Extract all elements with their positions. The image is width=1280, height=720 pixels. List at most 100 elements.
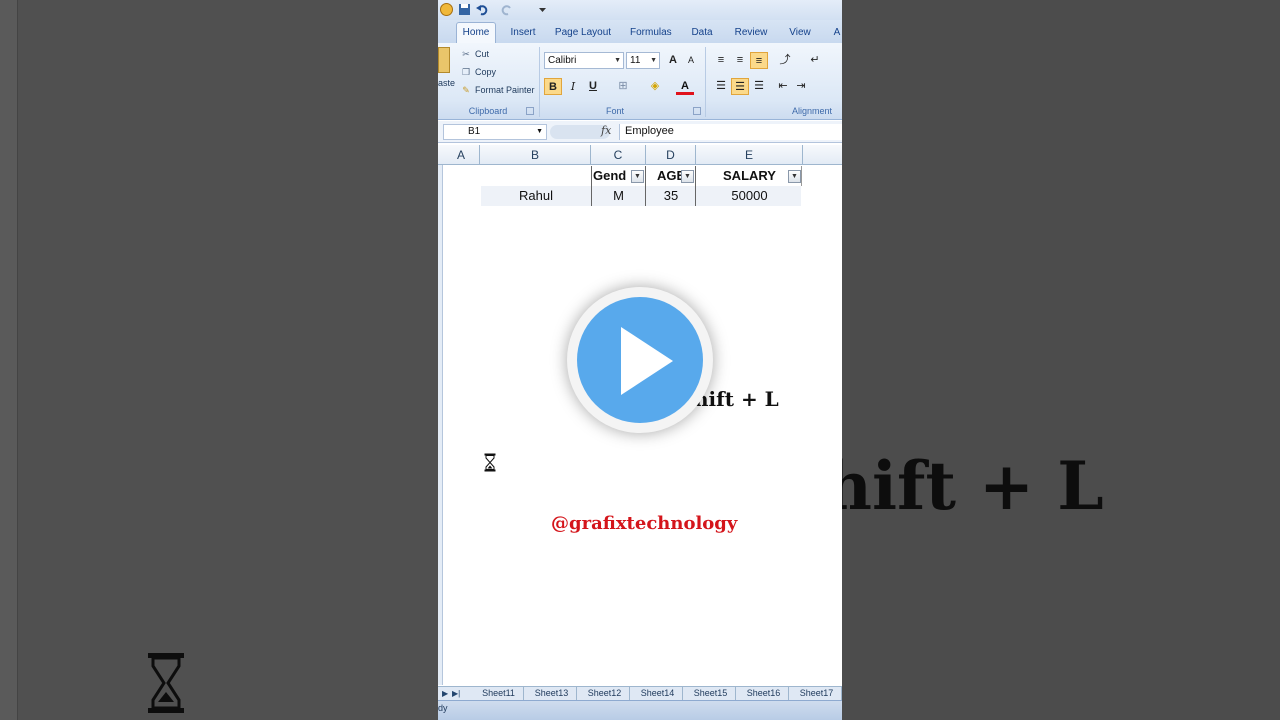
- orientation-icon[interactable]: ⤴: [776, 52, 794, 69]
- clipboard-group-label: Clipboard: [468, 106, 508, 116]
- fill-color-icon[interactable]: ◈: [646, 78, 664, 95]
- undo-icon[interactable]: [476, 3, 489, 16]
- column-header-b[interactable]: B: [480, 145, 591, 165]
- align-middle-icon[interactable]: ≡: [731, 52, 749, 69]
- sheet-tab[interactable]: Sheet13: [527, 687, 577, 700]
- font-name-combo[interactable]: Calibri ▼: [544, 52, 624, 69]
- sheet-tab-bar: ▶ ▶| Sheet11 Sheet13 Sheet12 Sheet14 She…: [438, 686, 842, 700]
- background-shortcut-text: hift + L: [842, 448, 1104, 524]
- cell-border: [645, 166, 646, 206]
- align-center-icon[interactable]: ☰: [731, 78, 749, 95]
- office-button-icon[interactable]: [440, 3, 453, 16]
- tab-add-ins[interactable]: A: [832, 24, 842, 43]
- underline-button[interactable]: U: [584, 78, 602, 95]
- cell-border: [695, 166, 696, 206]
- shrink-font-button[interactable]: A: [682, 52, 700, 69]
- filter-dropdown-icon[interactable]: ▼: [788, 170, 801, 183]
- bold-button[interactable]: B: [544, 78, 562, 95]
- hourglass-icon: [148, 653, 184, 713]
- gender-header-cell[interactable]: Gend: [593, 166, 633, 186]
- ribbon-home: aste ✂ Cut ❐ Copy ✎ Format Painter Clipboar…: [438, 43, 842, 120]
- font-size-combo[interactable]: 11 ▼: [626, 52, 660, 69]
- tab-review[interactable]: Review: [734, 24, 768, 43]
- align-bottom-icon[interactable]: ≡: [750, 52, 768, 69]
- play-button-circle: [577, 297, 703, 423]
- sheet-tab[interactable]: Sheet11: [474, 687, 524, 700]
- row-header-strip: [438, 165, 443, 685]
- salary-cell[interactable]: 50000: [696, 186, 803, 206]
- sheet-tab[interactable]: Sheet17: [792, 687, 842, 700]
- font-group-label: Font: [605, 106, 624, 116]
- font-color-button[interactable]: A: [676, 78, 694, 95]
- save-icon[interactable]: [458, 3, 471, 16]
- align-right-icon[interactable]: ☰: [750, 78, 768, 95]
- hourglass-cursor-icon: [484, 453, 496, 472]
- copy-icon: ❐: [461, 67, 471, 77]
- tab-home[interactable]: Home: [456, 22, 496, 43]
- channel-handle: @grafixtechnology: [551, 513, 738, 534]
- sheet-tab[interactable]: Sheet12: [580, 687, 630, 700]
- chevron-down-icon: ▼: [650, 57, 657, 64]
- name-cell[interactable]: Rahul: [481, 186, 591, 206]
- age-header-cell[interactable]: AGE: [650, 166, 684, 186]
- redo-icon[interactable]: [500, 3, 513, 16]
- background-left: [0, 0, 438, 720]
- sheet-tab[interactable]: Sheet14: [633, 687, 683, 700]
- shortcut-caption: hift + L: [694, 387, 779, 411]
- clipboard-dialog-launcher[interactable]: [526, 107, 534, 115]
- insert-function-icon[interactable]: fx: [601, 124, 611, 137]
- align-top-icon[interactable]: ≡: [712, 52, 730, 69]
- filter-dropdown-icon[interactable]: ▼: [681, 170, 694, 183]
- formula-bar: B1 ▼ fx Employee: [438, 121, 842, 143]
- play-button[interactable]: [567, 287, 713, 433]
- age-cell[interactable]: 35: [646, 186, 696, 206]
- tab-formulas[interactable]: Formulas: [630, 24, 672, 43]
- increase-indent-icon[interactable]: ⇥: [792, 78, 810, 95]
- background-strip: [0, 0, 18, 720]
- cell-border: [801, 166, 802, 186]
- borders-icon[interactable]: ⊞: [614, 78, 632, 95]
- gender-cell[interactable]: M: [591, 186, 646, 206]
- column-header-d[interactable]: D: [646, 145, 696, 165]
- prev-sheet-icon[interactable]: ▶: [442, 687, 448, 700]
- font-dialog-launcher[interactable]: [693, 107, 701, 115]
- column-header-a[interactable]: A: [443, 145, 480, 165]
- status-bar: dy: [438, 700, 842, 720]
- name-box[interactable]: B1 ▼: [443, 124, 547, 140]
- filter-dropdown-icon[interactable]: ▼: [631, 170, 644, 183]
- status-text: dy: [438, 703, 448, 713]
- scissors-icon: ✂: [462, 49, 470, 59]
- wrap-text-icon[interactable]: ↵: [806, 52, 824, 69]
- excel-window: Home Insert Page Layout Formulas Data Re…: [438, 0, 842, 720]
- format-painter-button[interactable]: ✎ Format Painter: [460, 82, 534, 98]
- decrease-indent-icon[interactable]: ⇤: [774, 78, 792, 95]
- alignment-group-label: Alignment: [791, 106, 832, 116]
- cut-button[interactable]: ✂ Cut: [460, 46, 489, 62]
- formula-input[interactable]: Employee: [619, 124, 842, 140]
- column-header-c[interactable]: C: [591, 145, 646, 165]
- paste-label[interactable]: aste: [438, 75, 455, 91]
- column-headers: A B C D E: [438, 145, 842, 165]
- cell-border: [591, 166, 592, 206]
- tab-page-layout[interactable]: Page Layout: [554, 24, 612, 43]
- column-header-e[interactable]: E: [696, 145, 803, 165]
- paste-icon[interactable]: [438, 47, 450, 73]
- ribbon-tabs: Home Insert Page Layout Formulas Data Re…: [438, 20, 842, 43]
- paintbrush-icon: ✎: [462, 85, 470, 95]
- chevron-down-icon: ▼: [614, 57, 621, 64]
- sheet-tab[interactable]: Sheet16: [739, 687, 789, 700]
- tab-view[interactable]: View: [788, 24, 812, 43]
- grow-font-button[interactable]: A: [664, 52, 682, 69]
- background-right: [842, 0, 1280, 720]
- quick-access-toolbar: [438, 0, 842, 20]
- sheet-tab[interactable]: Sheet15: [686, 687, 736, 700]
- copy-button[interactable]: ❐ Copy: [460, 64, 496, 80]
- play-icon: [621, 327, 673, 395]
- tab-insert[interactable]: Insert: [508, 24, 538, 43]
- tab-data[interactable]: Data: [690, 24, 714, 43]
- last-sheet-icon[interactable]: ▶|: [452, 687, 460, 700]
- customize-qat-icon[interactable]: [536, 3, 549, 16]
- align-left-icon[interactable]: ☰: [712, 78, 730, 95]
- salary-header-cell[interactable]: SALARY: [696, 166, 803, 186]
- italic-button[interactable]: I: [564, 78, 582, 95]
